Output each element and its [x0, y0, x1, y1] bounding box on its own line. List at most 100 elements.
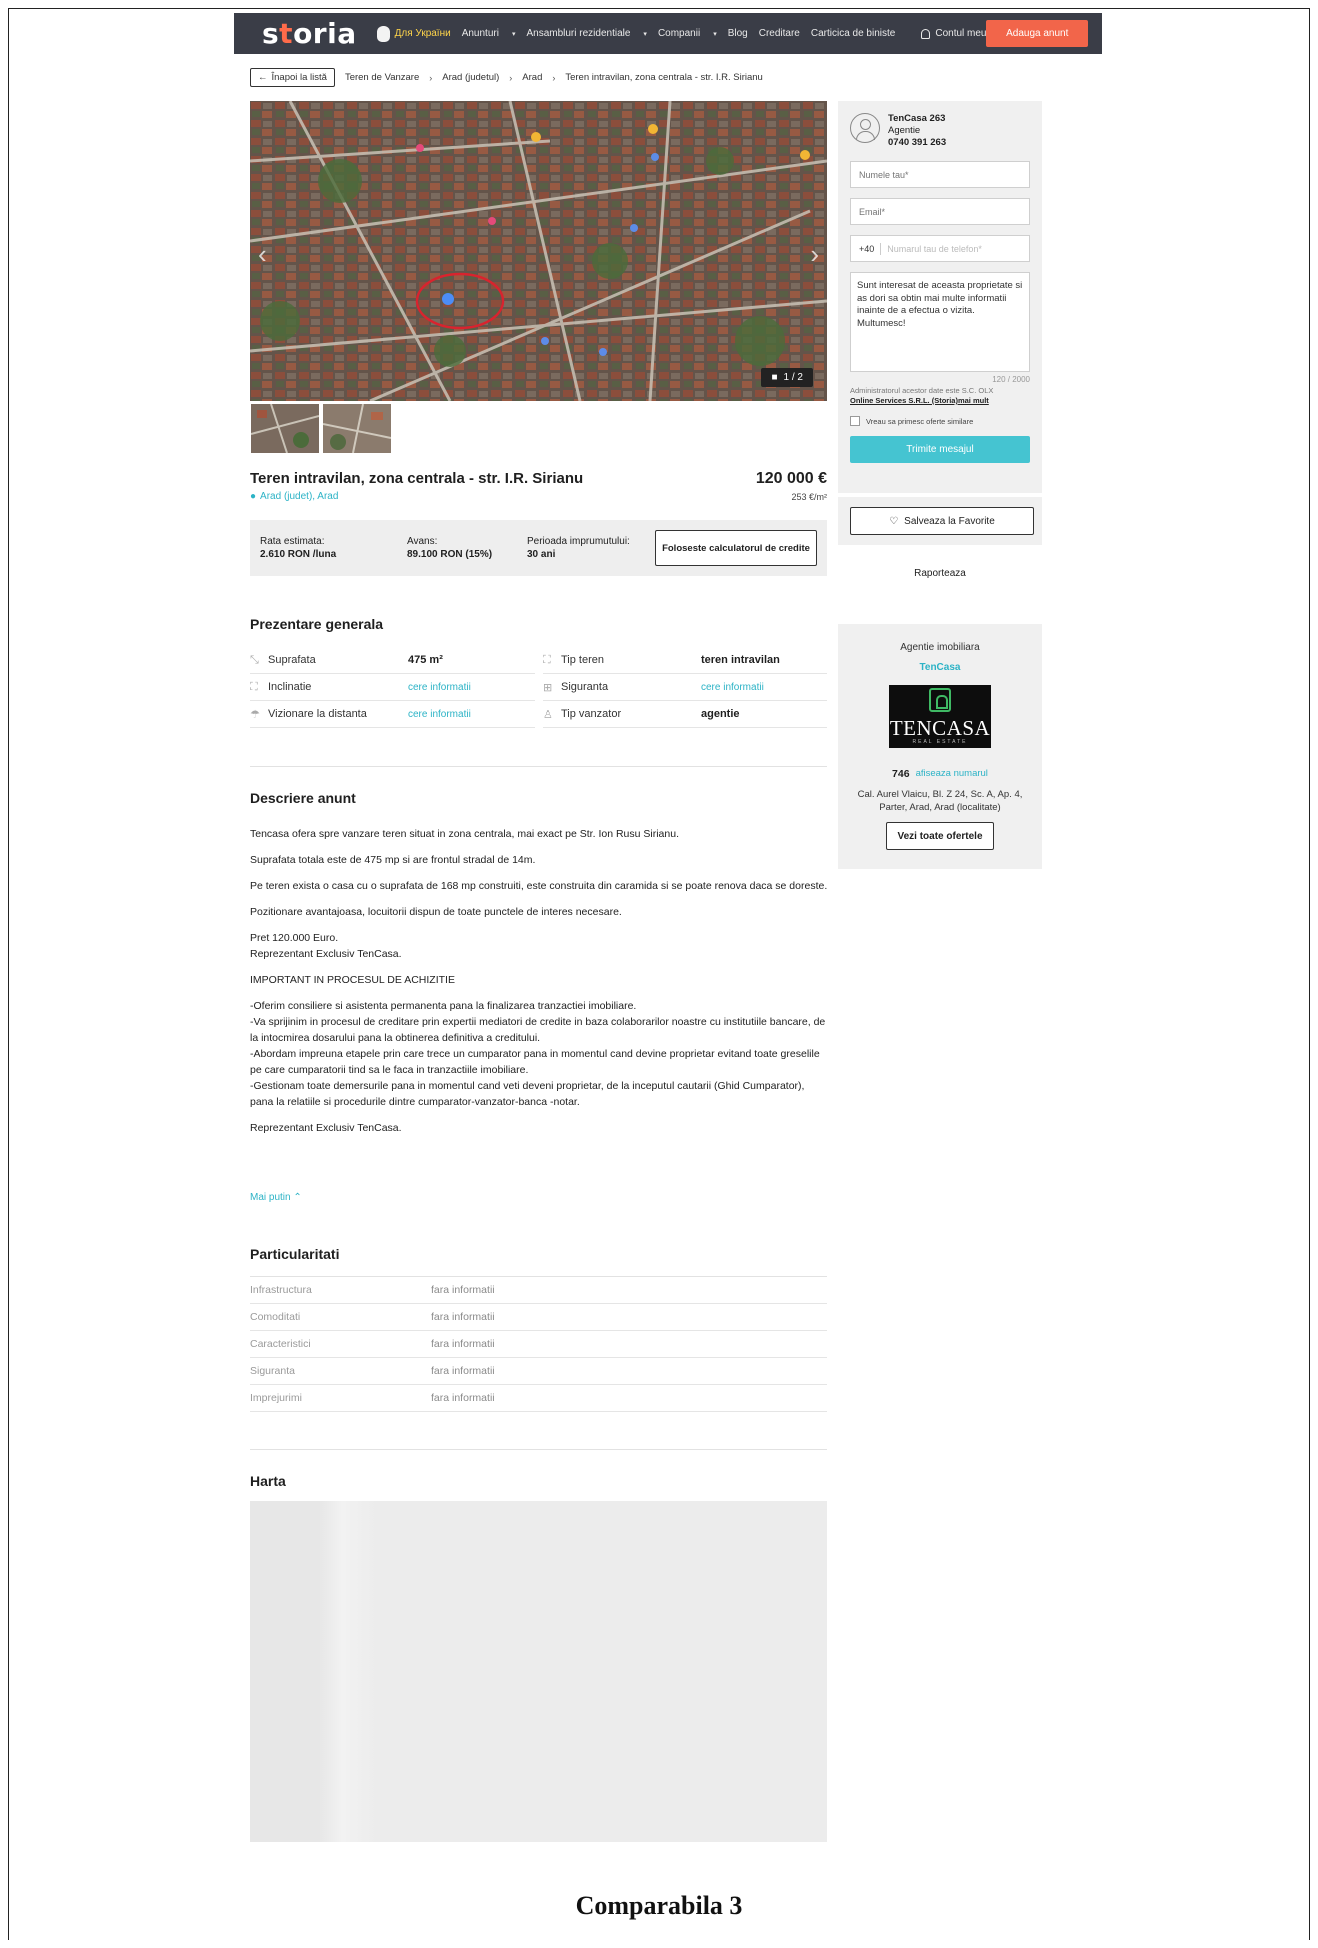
- nav-item-ansambluri-rezidentiale[interactable]: Ansambluri rezidentiale: [526, 28, 630, 39]
- agency-card: Agentie imobiliara TenCasa TENCASA REAL …: [838, 624, 1042, 869]
- overview-label: Siguranta: [561, 681, 609, 693]
- chevron-down-icon[interactable]: ▾: [643, 30, 647, 38]
- admin-text: Administratorul acestor date este S.C. O…: [850, 386, 994, 395]
- nav-item-carticica-de-biniste[interactable]: Carticica de biniste: [811, 28, 895, 39]
- contact-panel: TenCasa 263 Agentie 0740 391 263 +40 Numa…: [838, 101, 1042, 493]
- send-message-button[interactable]: Trimite mesajul: [850, 436, 1030, 463]
- location-text: Arad (judet), Arad: [260, 491, 339, 502]
- land-type-icon: ⛶: [543, 653, 551, 666]
- feature-row: Siguranta fara informatii: [250, 1358, 827, 1385]
- agency-logo[interactable]: TENCASA REAL ESTATE: [889, 685, 991, 748]
- checkbox[interactable]: [850, 416, 860, 426]
- phone-field[interactable]: +40 Numarul tau de telefon*: [850, 235, 1030, 262]
- similar-offers-label: Vreau sa primesc oferte similare: [866, 416, 974, 426]
- remote-view-icon: ☂: [250, 708, 260, 721]
- logo-tagline: REAL ESTATE: [912, 739, 968, 745]
- storia-logo[interactable]: storia: [262, 17, 357, 50]
- user-icon: [921, 28, 931, 39]
- all-offers-button[interactable]: Vezi toate ofertele: [886, 822, 994, 850]
- overview-label: Tip vanzator: [561, 708, 622, 720]
- agency-address: Cal. Aurel Vlaicu, Bl. Z 24, Sc. A, Ap. …: [857, 789, 1023, 813]
- photo-thumbnail[interactable]: [251, 404, 319, 453]
- nav-item-companii[interactable]: Companii: [658, 28, 700, 39]
- description-paragraph: Pret 120.000 Euro. Reprezentant Exclusiv…: [250, 932, 402, 960]
- location-map[interactable]: [250, 1501, 827, 1842]
- show-number-link[interactable]: afiseaza numarul: [916, 768, 988, 780]
- rate-value: 2.610 RON /luna: [260, 549, 337, 560]
- logo-text: s: [262, 17, 280, 50]
- admin-more-link[interactable]: Online Services S.R.L. (Storia)mai mult: [850, 396, 1030, 406]
- agency-name[interactable]: TenCasa: [838, 662, 1042, 673]
- overview-cell: ⛶ Inclinatie cere informatii: [250, 674, 535, 701]
- back-label: Înapoi la listă: [271, 72, 327, 83]
- back-to-list-button[interactable]: ← Înapoi la listă: [250, 68, 335, 87]
- advance-label: Avans:: [407, 536, 438, 547]
- show-less-label: Mai putin: [250, 1192, 291, 1203]
- feature-row: Comoditati fara informatii: [250, 1304, 827, 1331]
- loan-period: Perioada imprumutului: 30 ani: [527, 535, 630, 561]
- message-textarea[interactable]: Sunt interesat de aceasta proprietate si…: [850, 272, 1030, 372]
- listing-photo[interactable]: ‹ › ■ 1 / 2: [250, 101, 827, 401]
- overview-value: teren intravilan: [701, 654, 780, 666]
- features-heading: Particularitati: [250, 1246, 340, 1262]
- chevron-down-icon[interactable]: ▾: [713, 30, 717, 38]
- ukraine-link[interactable]: Для України: [376, 25, 451, 42]
- security-icon: ⊞: [543, 681, 553, 694]
- overview-label: Inclinatie: [268, 681, 312, 693]
- rate-label: Rata estimata:: [260, 536, 325, 547]
- slope-icon: ⛶: [250, 680, 258, 693]
- account-link[interactable]: Contul meu: [921, 28, 986, 39]
- breadcrumb-item[interactable]: Teren intravilan, zona centrala - str. I…: [565, 72, 762, 83]
- period-value: 30 ani: [527, 549, 556, 560]
- agency-offers: 746 afiseaza numarul: [838, 768, 1042, 780]
- listing-location[interactable]: ● Arad (judet), Arad: [250, 491, 338, 502]
- similar-offers-checkbox[interactable]: Vreau sa primesc oferte similare: [850, 416, 1030, 426]
- photo-thumbnail[interactable]: [323, 404, 391, 453]
- feature-row: Infrastructura fara informatii: [250, 1277, 827, 1304]
- add-listing-button[interactable]: Adauga anunt: [986, 20, 1088, 47]
- overview-row: ⤡ Suprafata 475 m² ⛶ Tip teren teren intravil…: [250, 647, 827, 674]
- feature-label: Imprejurimi: [250, 1392, 302, 1404]
- save-favorite-button[interactable]: ♡ Salveaza la Favorite: [850, 507, 1034, 535]
- email-input[interactable]: [850, 198, 1030, 225]
- top-navigation-bar: storia Для України Anunturi ▾ Ansambluri r…: [234, 13, 1102, 54]
- ukraine-label: Для України: [394, 28, 451, 39]
- agent-phone: 0740 391 263: [888, 137, 947, 148]
- breadcrumb-item[interactable]: Arad (judetul): [442, 72, 499, 83]
- report-link[interactable]: Raporteaza: [838, 568, 1042, 579]
- overview-label: Tip teren: [561, 654, 605, 666]
- name-input[interactable]: [850, 161, 1030, 188]
- seller-icon: ♙: [543, 708, 553, 721]
- credit-estimate-box: Rata estimata: 2.610 RON /luna Avans: 89.1…: [250, 520, 827, 576]
- chevron-down-icon[interactable]: ▾: [512, 30, 516, 38]
- account-label: Contul meu: [935, 28, 987, 39]
- overview-value: 475 m²: [408, 654, 443, 666]
- nav-item-anunturi[interactable]: Anunturi: [462, 28, 499, 39]
- data-admin-notice: Administratorul acestor date este S.C. O…: [850, 386, 1030, 406]
- overview-value[interactable]: cere informatii: [408, 682, 471, 693]
- overview-cell: ⤡ Suprafata 475 m²: [250, 647, 535, 674]
- feature-label: Siguranta: [250, 1365, 295, 1377]
- logo-accent: t: [279, 17, 294, 50]
- nav-item-blog[interactable]: Blog: [728, 28, 748, 39]
- photo-counter-text: 1 / 2: [783, 372, 803, 383]
- credit-calculator-button[interactable]: Foloseste calculatorul de credite: [655, 530, 817, 566]
- agent-info: TenCasa 263 Agentie 0740 391 263: [850, 113, 1030, 149]
- map-heading: Harta: [250, 1473, 286, 1489]
- nav-item-creditare[interactable]: Creditare: [759, 28, 800, 39]
- advance-payment: Avans: 89.100 RON (15%): [407, 535, 527, 561]
- figure-caption: Comparabila 3: [575, 1891, 743, 1920]
- phone-placeholder: Numarul tau de telefon*: [887, 243, 982, 254]
- show-less-link[interactable]: Mai putin ⌃: [250, 1192, 302, 1203]
- overview-value[interactable]: cere informatii: [701, 682, 764, 693]
- description-paragraph: Pozitionare avantajoasa, locuitorii disp…: [250, 906, 622, 918]
- breadcrumb-item[interactable]: Teren de Vanzare: [345, 72, 419, 83]
- breadcrumb-item[interactable]: Arad: [522, 72, 542, 83]
- overview-value[interactable]: cere informatii: [408, 709, 471, 720]
- country-code[interactable]: +40: [859, 244, 874, 254]
- feature-label: Caracteristici: [250, 1338, 311, 1350]
- feature-value: fara informatii: [431, 1392, 495, 1404]
- next-photo-icon[interactable]: ›: [810, 239, 819, 270]
- previous-photo-icon[interactable]: ‹: [258, 239, 267, 270]
- thumbnail-image: [323, 404, 391, 453]
